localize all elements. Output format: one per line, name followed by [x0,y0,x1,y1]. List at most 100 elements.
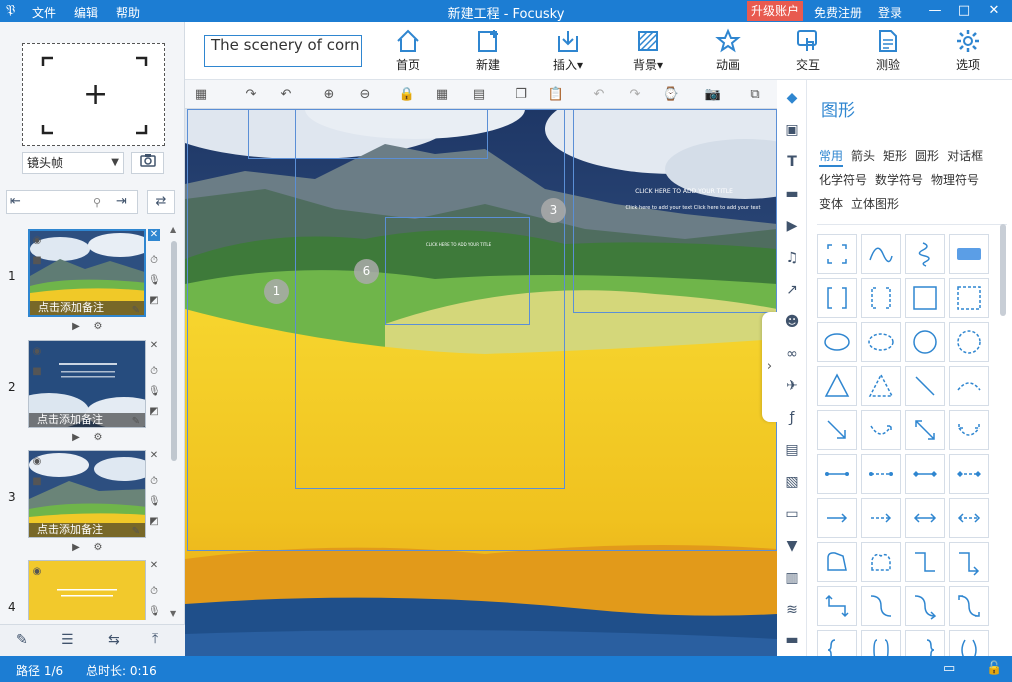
minimize-button[interactable]: — [924,1,946,21]
shapes-icon[interactable]: ◆ [784,90,800,106]
add-frame-button[interactable]: + [22,43,165,146]
grid-settings-icon[interactable]: ▤ [470,86,488,104]
zoom-in-icon[interactable]: ⊕ [320,86,338,104]
shape-dashed-brackets[interactable] [861,278,901,318]
tab-rectangles[interactable]: 矩形 [883,144,907,168]
quiz-button[interactable]: 测验 [860,28,916,76]
slide-thumbnail[interactable]: 点击添加备注 [28,450,146,538]
scroll-up-icon[interactable]: ▲ [170,225,176,234]
flash-icon[interactable]: ƒ [784,410,800,426]
transition-icon[interactable]: ◩ [148,295,160,307]
shape-dashed-triangle[interactable] [861,366,901,406]
slide-thumbnail[interactable]: 点击添加备注 [28,229,146,317]
undo-icon[interactable]: ↶ [590,86,608,104]
interaction-button[interactable]: 交互 [780,28,836,76]
shape-double-arrow-h[interactable] [905,498,945,538]
shape-arrow-right[interactable] [817,498,857,538]
upgrade-account-button[interactable]: 升级账户 [747,1,803,21]
shape-elbow-arrow[interactable] [949,542,989,582]
shape-freeform[interactable] [817,542,857,582]
layers-icon[interactable]: ≋ [784,602,800,618]
shape-squiggle[interactable] [905,234,945,274]
frame-order-badge[interactable]: 1 [264,279,289,304]
play-icon[interactable]: ▶ [70,432,82,444]
login-link[interactable]: 登录 [878,4,902,21]
frame-icon[interactable]: ■ [31,476,43,488]
menu-file[interactable]: 文件 [32,4,56,21]
lock-icon[interactable]: 🔒 [398,86,416,104]
capture-frame-button[interactable] [131,152,164,174]
document-icon[interactable]: ▤ [784,442,800,458]
timer-icon[interactable]: ⏱ [148,255,160,267]
shape-dashed-dot-line[interactable] [861,454,901,494]
animation-button[interactable]: 动画 [700,28,756,76]
delete-slide-icon[interactable]: ✕ [148,450,160,462]
people-icon[interactable]: ☻ [784,314,800,330]
slide-item[interactable]: 3 点击添加备注 ◉ ■ ✕ ⏱ 🎙 ◩ ✎ ▶ ⚙ [0,450,168,556]
shirt-icon[interactable]: ▼ [784,538,800,554]
unlock-icon[interactable]: 🔓 [986,661,1002,676]
replace-frame-icon[interactable]: ⇆ [108,632,120,648]
shape-curved-double-arrow[interactable] [949,410,989,450]
delete-slide-icon[interactable]: ✕ [148,340,160,352]
shape-corner-frame[interactable] [817,234,857,274]
timer-icon[interactable]: ⏱ [148,586,160,598]
shape-dashed-double-arrow-h[interactable] [949,498,989,538]
shape-dashed-rect[interactable] [949,278,989,318]
eye-icon[interactable]: ◉ [31,346,43,358]
shape-brackets[interactable] [817,278,857,318]
plane-icon[interactable]: ✈ [784,378,800,394]
shape-dot-line[interactable] [817,454,857,494]
eye-icon[interactable]: ◉ [31,456,43,468]
gear-icon[interactable]: ⚙ [92,321,104,333]
zoom-icon[interactable]: ⚲ [93,196,101,209]
shape-dashed-circle[interactable] [949,322,989,362]
tab-circles[interactable]: 圆形 [915,144,939,168]
play-icon[interactable]: ▶ [70,321,82,333]
tab-arrows[interactable]: 箭头 [851,144,875,168]
edit-note-icon[interactable]: ✎ [130,305,142,317]
rotate-left-icon[interactable]: ↶ [277,86,295,104]
shape-dashed-ellipse[interactable] [861,322,901,362]
music-icon[interactable]: ♫ [784,250,800,266]
redo-icon[interactable]: ↷ [626,86,644,104]
panel-toggle-button[interactable]: › [762,312,777,422]
shape-triangle[interactable] [817,366,857,406]
shape-elbow-double-arrow[interactable] [817,586,857,626]
shape-s-curve[interactable] [861,586,901,626]
tab-3d-shapes[interactable]: 立体图形 [851,192,899,216]
project-title-input[interactable]: The scenery of corn [204,35,362,67]
slide-note-caption[interactable]: 点击添加备注 [29,523,145,537]
window-mode-icon[interactable]: ⧉ [746,86,764,104]
microphone-icon[interactable]: 🎙 [148,606,161,618]
shape-circle[interactable] [905,322,945,362]
link-icon[interactable]: ∞ [784,346,800,362]
microphone-icon[interactable]: 🎙 [148,496,161,508]
frame-order-icon[interactable]: ⇄ [147,190,175,214]
layout-grid-icon[interactable]: ▥ [784,570,800,586]
tab-chemistry[interactable]: 化学符号 [819,168,867,192]
tab-physics[interactable]: 物理符号 [931,168,979,192]
maximize-button[interactable]: □ [953,1,975,21]
web-icon[interactable]: ▭ [784,506,800,522]
slide-item[interactable]: 1 点击添加备注 ◉ ■ ✕ ⏱ 🎙 ◩ ✎ ▶ ⚙ [0,229,168,335]
shape-s-curve-arrow[interactable] [905,586,945,626]
timer-icon[interactable]: ⏱ [148,366,160,378]
shape-dashed-arc[interactable] [949,366,989,406]
frame-order-badge[interactable]: 6 [354,259,379,284]
edit-note-icon[interactable]: ✎ [130,526,142,538]
eye-icon[interactable]: ◉ [31,235,43,247]
image-icon[interactable]: ▣ [784,122,800,138]
slide-thumbnail[interactable]: 点击添加备注 [28,340,146,428]
app-logo-icon[interactable]: 𝔓 [6,3,15,18]
shape-arrow-diagonal[interactable] [817,410,857,450]
speech-bubble-icon[interactable]: ▬ [784,186,800,202]
eye-icon[interactable]: ◉ [31,566,43,578]
transition-icon[interactable]: ◩ [148,516,160,528]
microphone-icon[interactable]: 🎙 [148,275,161,287]
paste-icon[interactable]: 📋 [547,86,565,104]
edit-frame-icon[interactable]: ✎ [16,632,28,648]
edit-note-icon[interactable]: ✎ [130,416,142,428]
frame-icon[interactable]: ■ [31,366,43,378]
shape-double-arrow[interactable] [905,410,945,450]
